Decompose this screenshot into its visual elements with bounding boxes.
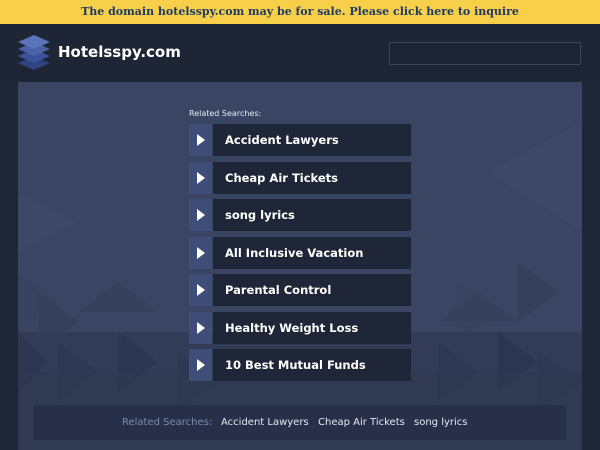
play-arrow-icon: [189, 124, 212, 156]
footer-related-link[interactable]: Accident Lawyers: [221, 405, 309, 440]
related-link-label[interactable]: All Inclusive Vacation Packages: [213, 236, 411, 292]
domain-sale-banner-text[interactable]: The domain hotelsspy.com may be for sale…: [81, 5, 519, 18]
domain-sale-banner[interactable]: The domain hotelsspy.com may be for sale…: [0, 0, 600, 24]
related-link[interactable]: Cheap Air Tickets: [189, 161, 411, 194]
related-links-list: Accident Lawyers Cheap Air Tickets song …: [189, 124, 411, 387]
play-arrow-icon: [189, 274, 212, 306]
search-input[interactable]: [389, 42, 581, 65]
related-link[interactable]: Accident Lawyers: [189, 124, 411, 156]
site-header: Hotelsspy.com: [0, 24, 600, 82]
play-arrow-icon: [189, 349, 212, 381]
related-link-label[interactable]: Accident Lawyers: [213, 124, 411, 156]
related-link[interactable]: All Inclusive Vacation Packages: [189, 236, 411, 292]
related-link-label[interactable]: Healthy Weight Loss: [213, 311, 411, 344]
related-link-label[interactable]: 10 Best Mutual Funds: [213, 349, 411, 381]
footer-related-link[interactable]: Cheap Air Tickets: [318, 405, 405, 440]
site-logo-text[interactable]: Hotelsspy.com: [58, 43, 181, 61]
footer-related-link[interactable]: song lyrics: [414, 405, 468, 440]
related-link[interactable]: Parental Control: [189, 274, 411, 306]
main-panel: Related Searches: Accident Lawyers Cheap…: [18, 82, 582, 450]
play-arrow-icon: [189, 311, 212, 344]
related-searches-title: Related Searches:: [189, 109, 262, 118]
related-link-label[interactable]: song lyrics: [213, 199, 411, 231]
related-link-label[interactable]: Cheap Air Tickets: [213, 161, 411, 194]
stacked-layers-logo-icon: [18, 35, 50, 70]
footer-related-bar: Related Searches: Accident Lawyers Cheap…: [33, 405, 566, 440]
play-arrow-icon: [189, 199, 212, 231]
footer-related-title: Related Searches:: [122, 417, 213, 428]
related-link[interactable]: Healthy Weight Loss: [189, 311, 411, 344]
play-arrow-icon: [189, 236, 212, 269]
related-link[interactable]: 10 Best Mutual Funds: [189, 349, 411, 381]
play-arrow-icon: [189, 161, 212, 194]
related-link-label[interactable]: Parental Control: [213, 274, 411, 306]
related-link[interactable]: song lyrics: [189, 199, 411, 231]
